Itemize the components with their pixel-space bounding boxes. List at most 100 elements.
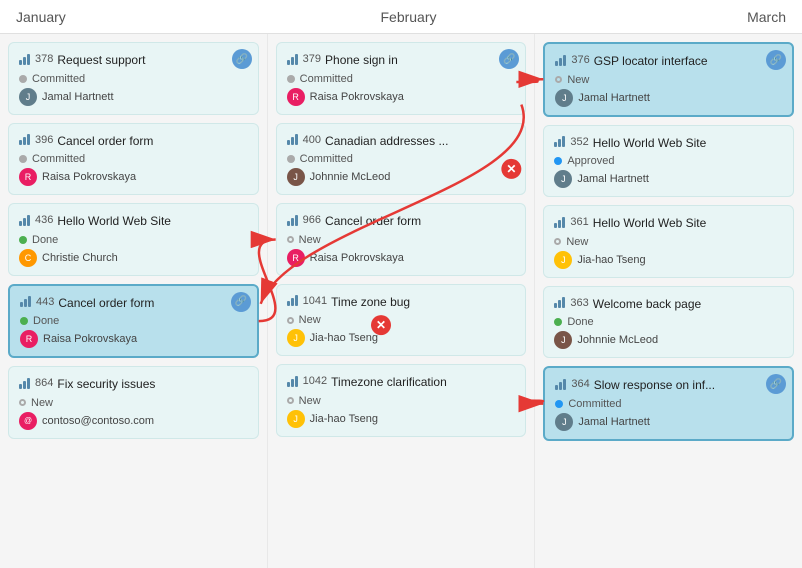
card-status: New [19,397,248,409]
card-396[interactable]: 396 Cancel order form Committed R Raisa … [8,123,259,196]
card-352[interactable]: 352 Hello World Web Site Approved J Jama… [543,125,794,198]
avatar: J [555,413,573,431]
card-400[interactable]: 400 Canadian addresses ... Committed J J… [276,123,527,196]
card-title: Welcome back page [593,297,702,313]
card-id-icon: 436 [19,214,53,226]
card-title-row: 436 Hello World Web Site [19,214,248,230]
card-363[interactable]: 363 Welcome back page Done J Johnnie McL… [543,286,794,359]
card-1042[interactable]: 1042 Timezone clarification New J Jia-ha… [276,364,527,437]
avatar: R [287,88,305,106]
user-name: Raisa Pokrovskaya [42,171,136,183]
link-icon-379[interactable]: 🔗 [499,49,519,69]
link-icon-364[interactable]: 🔗 [766,374,786,394]
card-title-row: 352 Hello World Web Site [554,136,783,152]
card-id-icon: 361 [554,216,588,228]
user-name: Jamal Hartnett [578,416,650,428]
status-text: New [566,236,588,248]
bar-icon [287,295,298,306]
card-376[interactable]: 376 GSP locator interface New J Jamal Ha… [543,42,794,117]
card-379[interactable]: 379 Phone sign in Committed R Raisa Pokr… [276,42,527,115]
card-status: New [554,236,783,248]
bar-icon [19,54,30,65]
card-966[interactable]: 966 Cancel order form New R Raisa Pokrov… [276,203,527,276]
link-icon-378[interactable]: 🔗 [232,49,252,69]
card-status: Committed [19,73,248,85]
status-text: Done [33,315,59,327]
status-text: Committed [568,398,621,410]
card-364[interactable]: 364 Slow response on inf... Committed J … [543,366,794,441]
card-user: J Jia-hao Tseng [287,329,516,347]
status-dot [287,317,294,324]
user-name: contoso@contoso.com [42,415,154,427]
link-icon-376[interactable]: 🔗 [766,50,786,70]
february-label: February [380,9,436,25]
card-378[interactable]: 378 Request support Committed J Jamal Ha… [8,42,259,115]
card-title: Fix security issues [57,377,155,393]
status-text: Approved [567,155,614,167]
avatar: J [287,168,305,186]
card-title: Cancel order form [58,296,154,312]
card-status: New [287,395,516,407]
card-user: J Johnnie McLeod [287,168,516,186]
card-user: J Jamal Hartnett [555,413,782,431]
card-title-row: 363 Welcome back page [554,297,783,313]
card-user: J Jamal Hartnett [19,88,248,106]
card-id-icon: 966 [287,214,321,226]
card-id-icon: 378 [19,53,53,65]
march-label: March [747,9,786,25]
card-1041[interactable]: 1041 Time zone bug New J Jia-hao Tseng [276,284,527,357]
status-text: Committed [32,73,85,85]
card-user: J Jia-hao Tseng [554,251,783,269]
status-dot [554,157,562,165]
card-title-row: 376 GSP locator interface [555,54,782,70]
card-title: Slow response on inf... [594,378,715,394]
card-id-icon: 443 [20,296,54,308]
card-status: New [555,74,782,86]
column-header-january: January [0,0,267,34]
link-icon-443[interactable]: 🔗 [231,292,251,312]
card-443[interactable]: 443 Cancel order form Done R Raisa Pokro… [8,284,259,359]
march-column: 376 GSP locator interface New J Jamal Ha… [535,34,802,568]
card-status: New [287,234,516,246]
card-id-icon: 1041 [287,295,327,307]
avatar: J [554,331,572,349]
card-status: Approved [554,155,783,167]
avatar: J [554,170,572,188]
card-864[interactable]: 864 Fix security issues New @ contoso@co… [8,366,259,439]
status-text: New [31,397,53,409]
card-id-icon: 1042 [287,375,327,387]
status-dot [20,317,28,325]
status-text: New [299,314,321,326]
card-title-row: 443 Cancel order form [20,296,247,312]
card-361[interactable]: 361 Hello World Web Site New J Jia-hao T… [543,205,794,278]
card-user: R Raisa Pokrovskaya [20,330,247,348]
status-dot [287,397,294,404]
card-id-icon: 363 [554,297,588,309]
user-name: Jia-hao Tseng [310,413,378,425]
card-status: Committed [19,153,248,165]
status-dot [19,75,27,83]
card-436[interactable]: 436 Hello World Web Site Done C Christie… [8,203,259,276]
card-title: Timezone clarification [331,375,447,391]
january-column: 378 Request support Committed J Jamal Ha… [0,34,268,568]
bar-icon [554,297,565,308]
card-title-row: 378 Request support [19,53,248,69]
card-title: Cancel order form [325,214,421,230]
card-title: Canadian addresses ... [325,134,448,150]
card-status: Done [20,315,247,327]
bar-icon [555,55,566,66]
user-name: Raisa Pokrovskaya [43,333,137,345]
bar-icon [287,134,298,145]
user-name: Jamal Hartnett [578,92,650,104]
card-id-icon: 364 [555,378,589,390]
card-user: J Jia-hao Tseng [287,410,516,428]
avatar: J [554,251,572,269]
card-user: C Christie Church [19,249,248,267]
card-title-row: 966 Cancel order form [287,214,516,230]
card-id-icon: 864 [19,377,53,389]
card-title: Phone sign in [325,53,398,69]
avatar: @ [19,412,37,430]
status-dot [554,318,562,326]
card-title-row: 1042 Timezone clarification [287,375,516,391]
user-name: Jamal Hartnett [42,91,114,103]
